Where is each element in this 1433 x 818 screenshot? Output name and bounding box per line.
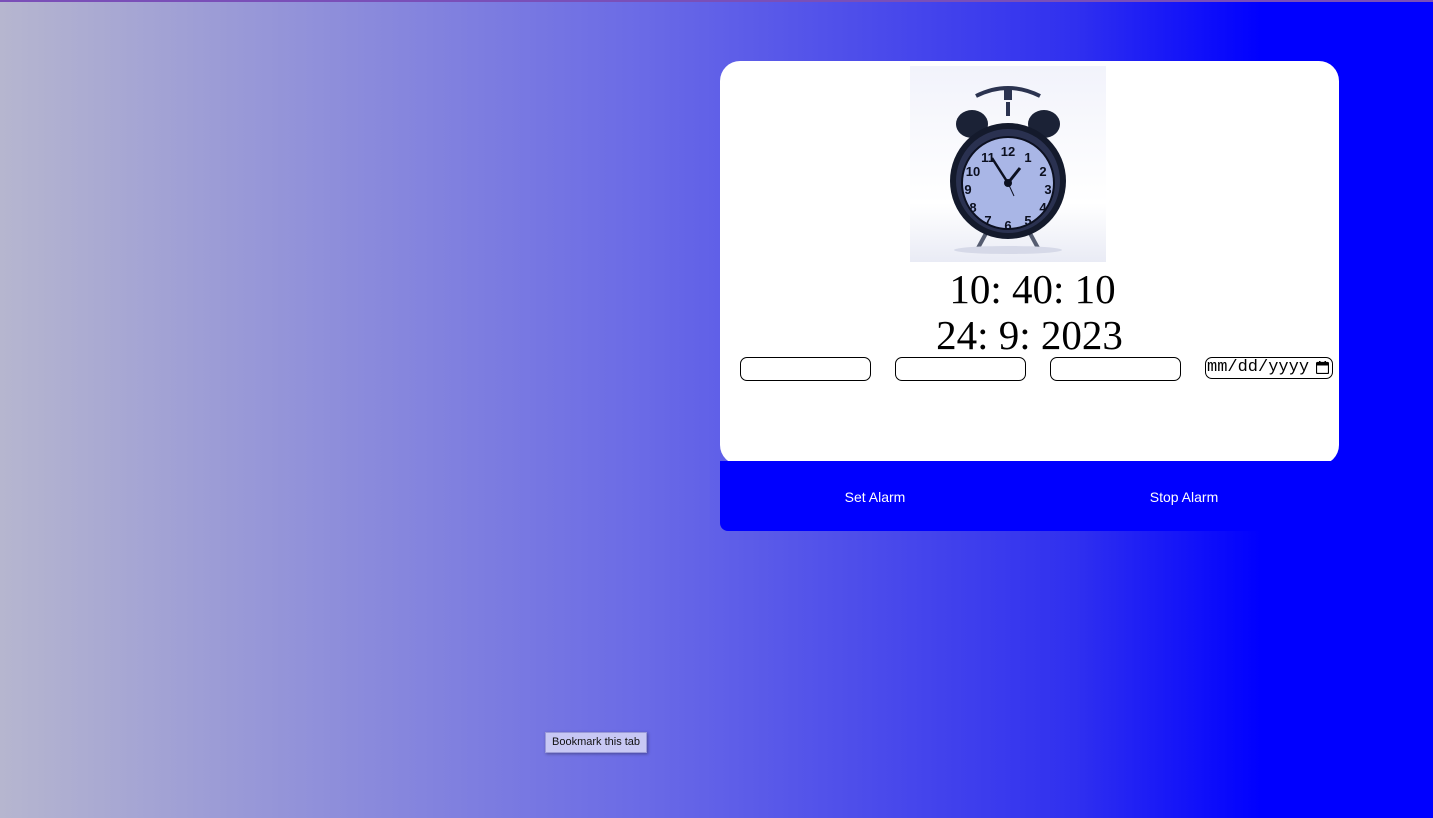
calendar-icon[interactable] — [1315, 361, 1330, 375]
svg-text:10: 10 — [966, 164, 980, 179]
bookmark-tooltip: Bookmark this tab — [545, 732, 648, 753]
top-border-line — [0, 0, 1433, 2]
svg-text:6: 6 — [1004, 218, 1011, 233]
svg-text:2: 2 — [1039, 164, 1046, 179]
alarm-card: 12 1 2 3 4 5 6 7 8 9 10 11 10: 40: 10 24… — [720, 61, 1339, 465]
minute-input[interactable] — [895, 357, 1026, 381]
svg-text:9: 9 — [964, 182, 971, 197]
current-date: 24: 9: 2023 — [936, 312, 1123, 358]
alarm-button-bar: Set Alarm Stop Alarm — [720, 461, 1339, 531]
stop-alarm-button[interactable]: Stop Alarm — [1104, 461, 1264, 531]
alarm-clock-icon: 12 1 2 3 4 5 6 7 8 9 10 11 — [950, 86, 1066, 254]
svg-text:4: 4 — [1039, 200, 1047, 215]
date-placeholder: mm/dd/yyyy — [1207, 358, 1310, 377]
svg-text:8: 8 — [969, 200, 976, 215]
hour-input[interactable] — [740, 357, 871, 381]
svg-text:7: 7 — [984, 213, 991, 228]
date-input[interactable]: mm/dd/yyyy — [1205, 357, 1333, 379]
svg-text:12: 12 — [1001, 144, 1015, 159]
set-alarm-button[interactable]: Set Alarm — [795, 461, 955, 531]
alarm-clock-image: 12 1 2 3 4 5 6 7 8 9 10 11 — [910, 66, 1106, 262]
second-input[interactable] — [1050, 357, 1181, 381]
current-time: 10: 40: 10 — [949, 266, 1116, 312]
svg-text:1: 1 — [1024, 150, 1031, 165]
svg-text:5: 5 — [1024, 213, 1031, 228]
svg-text:3: 3 — [1044, 182, 1051, 197]
